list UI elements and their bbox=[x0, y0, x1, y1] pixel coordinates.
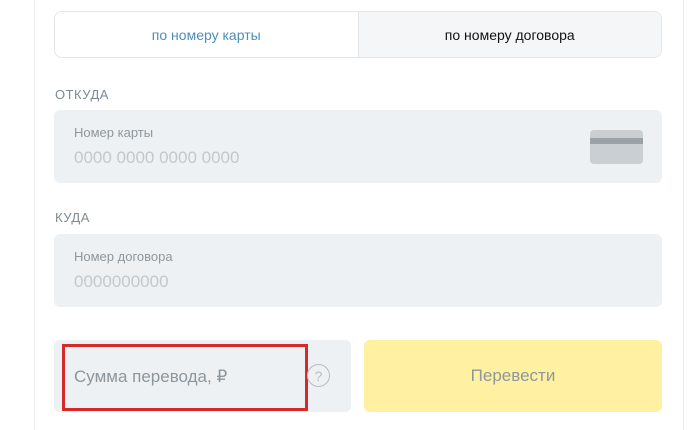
contract-number-field[interactable]: Номер договора bbox=[54, 234, 662, 307]
help-question-icon[interactable]: ? bbox=[307, 364, 330, 387]
transfer-page: по номеру карты по номеру договора ОТКУД… bbox=[0, 0, 700, 430]
tab-by-contract[interactable]: по номеру договора bbox=[357, 12, 661, 57]
tab-by-card[interactable]: по номеру карты bbox=[55, 12, 358, 57]
transfer-type-tabs: по номеру карты по номеру договора bbox=[54, 11, 662, 58]
transfer-submit-button[interactable]: Перевести bbox=[364, 340, 662, 412]
contract-number-label: Номер договора bbox=[74, 249, 173, 264]
to-section-label: КУДА bbox=[55, 210, 90, 225]
contract-number-input[interactable] bbox=[74, 270, 554, 294]
amount-input[interactable] bbox=[74, 364, 304, 390]
card-number-label: Номер карты bbox=[74, 125, 154, 140]
card-number-field[interactable]: Номер карты bbox=[54, 110, 662, 183]
from-section-label: ОТКУДА bbox=[55, 87, 109, 102]
bank-card-icon bbox=[590, 130, 643, 164]
card-number-input[interactable] bbox=[74, 146, 554, 170]
